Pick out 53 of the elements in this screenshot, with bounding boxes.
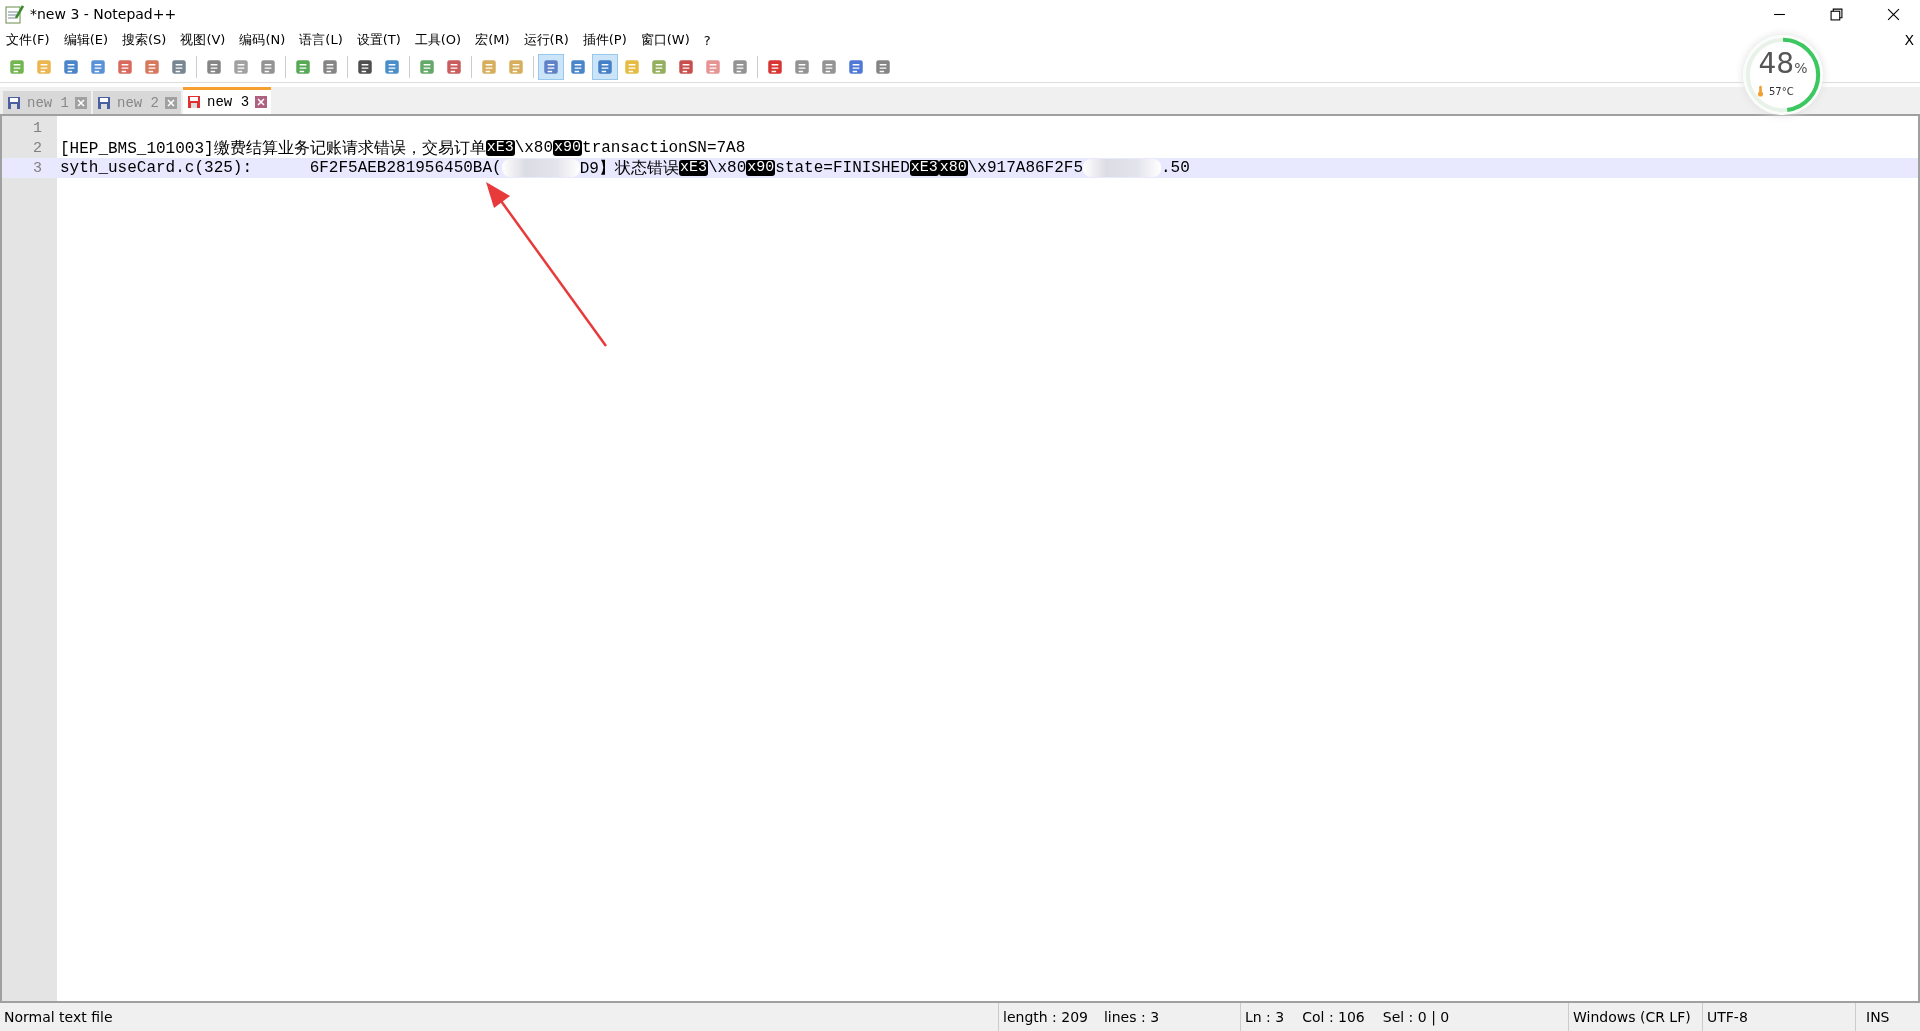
document-tab[interactable]: new 3 bbox=[183, 87, 272, 114]
code-text: \x917A86F2F5 bbox=[967, 159, 1083, 177]
menu-item[interactable]: 窗口(W) bbox=[640, 31, 690, 49]
menu-item[interactable]: ? bbox=[703, 32, 711, 48]
menu-item[interactable]: 编辑(E) bbox=[63, 31, 108, 49]
line-ending: Windows (CR LF) bbox=[1568, 1003, 1702, 1031]
control-character: x90 bbox=[746, 160, 776, 176]
restore-icon[interactable] bbox=[1830, 7, 1843, 21]
thermometer-icon bbox=[1757, 85, 1764, 97]
gauge-unit: % bbox=[1794, 60, 1808, 76]
control-character: x80 bbox=[938, 160, 968, 176]
encoding: UTF-8 bbox=[1702, 1003, 1855, 1031]
line-number: 3 bbox=[32, 159, 42, 177]
line-position: Ln : 3 bbox=[1245, 1009, 1285, 1025]
menu-item[interactable]: 文件(F) bbox=[6, 31, 50, 49]
close-document-button[interactable]: X bbox=[1904, 32, 1920, 48]
code-text: D9】状态错误 bbox=[579, 158, 679, 179]
indent-guide-button[interactable] bbox=[592, 54, 618, 80]
menu-item[interactable]: 插件(P) bbox=[582, 31, 627, 49]
close-icon[interactable] bbox=[1887, 7, 1900, 21]
menu-item[interactable]: 语言(L) bbox=[299, 31, 343, 49]
column-position: Col : 106 bbox=[1302, 1009, 1365, 1025]
length-info: length : 209 bbox=[1003, 1009, 1088, 1025]
gauge-value: 48 bbox=[1758, 47, 1795, 80]
word-wrap-button[interactable] bbox=[538, 54, 564, 80]
line-number: 2 bbox=[32, 139, 42, 157]
control-character: xE3 bbox=[909, 160, 939, 176]
code-text: A( bbox=[482, 159, 502, 177]
menu-item[interactable]: 搜索(S) bbox=[122, 31, 167, 49]
code-text: state=FINISHED bbox=[775, 159, 910, 177]
menu-item[interactable]: 宏(M) bbox=[475, 31, 510, 49]
menu-item[interactable]: 编码(N) bbox=[239, 31, 286, 49]
code-text: \x80 bbox=[514, 139, 554, 157]
menu-item[interactable]: 运行(R) bbox=[523, 31, 569, 49]
code-text: transactionSN=7A8 bbox=[582, 139, 746, 157]
temperature-value: 57°C bbox=[1769, 85, 1794, 97]
control-character: x90 bbox=[553, 140, 583, 156]
lines-info: lines : 3 bbox=[1103, 1009, 1160, 1025]
menu-item[interactable]: 设置(T) bbox=[356, 31, 401, 49]
code-text: .50 bbox=[1161, 159, 1190, 177]
file-type: Normal text file bbox=[3, 1008, 114, 1027]
insert-mode: INS bbox=[1855, 1003, 1920, 1031]
window-title: *new 3 - Notepad++ bbox=[30, 6, 177, 22]
code-text: syth_useCard.c(325): 6F2F5AEB281956450B bbox=[60, 159, 483, 177]
control-character: xE3 bbox=[678, 160, 708, 176]
notepad-icon bbox=[4, 4, 24, 24]
line-number: 1 bbox=[32, 119, 42, 137]
code-text: \x80 bbox=[707, 159, 747, 177]
menu-item[interactable]: 视图(V) bbox=[180, 31, 226, 49]
control-character: xE3 bbox=[485, 140, 515, 156]
code-text: [HEP_BMS_101003]缴费结算业务记账请求错误，交易订单 bbox=[60, 138, 486, 159]
menu-item[interactable]: 工具(O) bbox=[414, 31, 462, 49]
selection-info: Sel : 0 | 0 bbox=[1382, 1009, 1450, 1025]
